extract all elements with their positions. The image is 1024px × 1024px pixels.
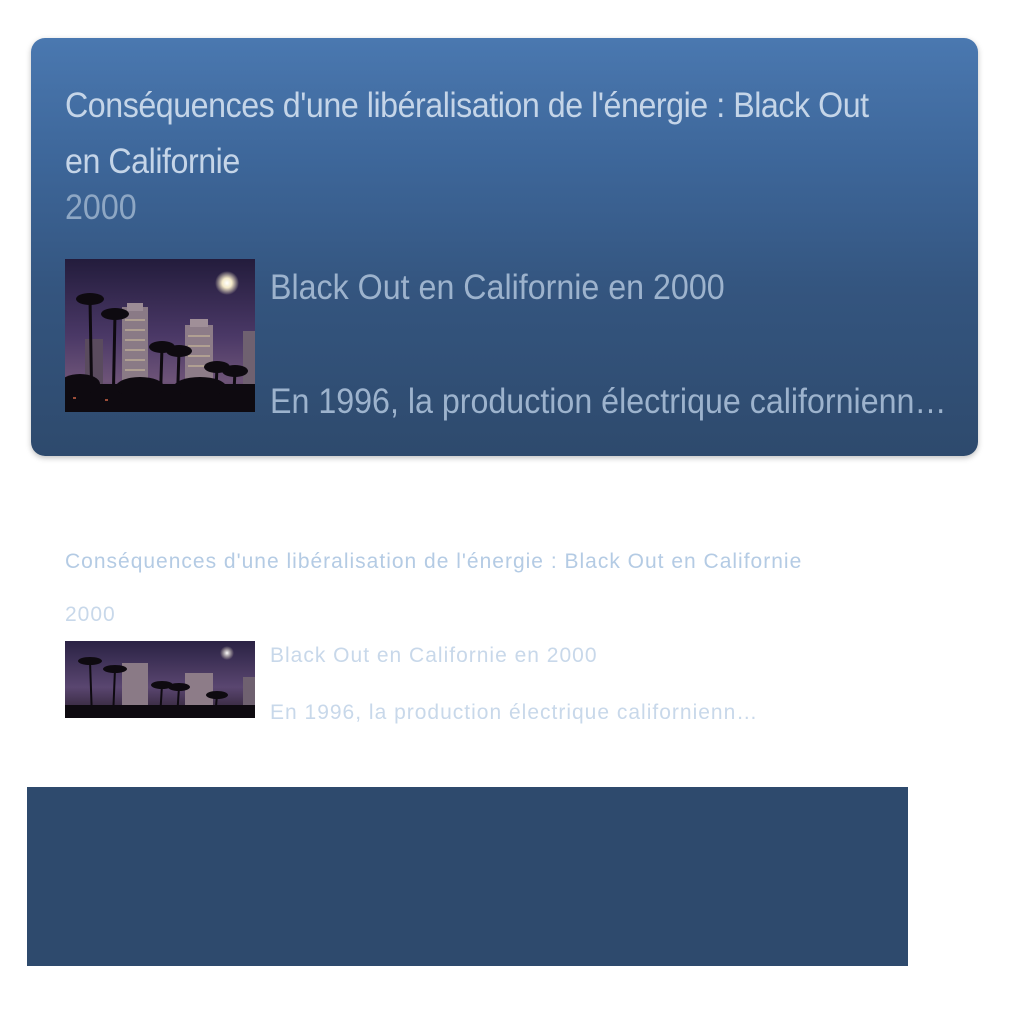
article-preview-faded: Conséquences d'une libéralisation de l'é… [65,548,965,728]
article-thumbnail[interactable] [65,259,255,412]
article-summary: En 1996, la production électrique califo… [270,382,947,421]
preview-year: 2000 [65,603,116,626]
night-city-image [65,259,255,412]
article-headline: Black Out en Californie en 2000 [270,268,725,307]
preview-title: Conséquences d'une libéralisation de l'é… [65,550,803,573]
article-title: Conséquences d'une libéralisation de l'é… [65,86,869,181]
article-card[interactable]: Conséquences d'une libéralisation de l'é… [31,38,978,456]
preview-headline: Black Out en Californie en 2000 [270,644,598,667]
preview-summary: En 1996, la production électrique califo… [270,701,759,724]
night-city-image [65,641,255,718]
page: Conséquences d'une libéralisation de l'é… [0,0,1024,1024]
bottom-panel [27,787,908,966]
preview-thumbnail [65,641,255,718]
article-year: 2000 [65,188,137,227]
